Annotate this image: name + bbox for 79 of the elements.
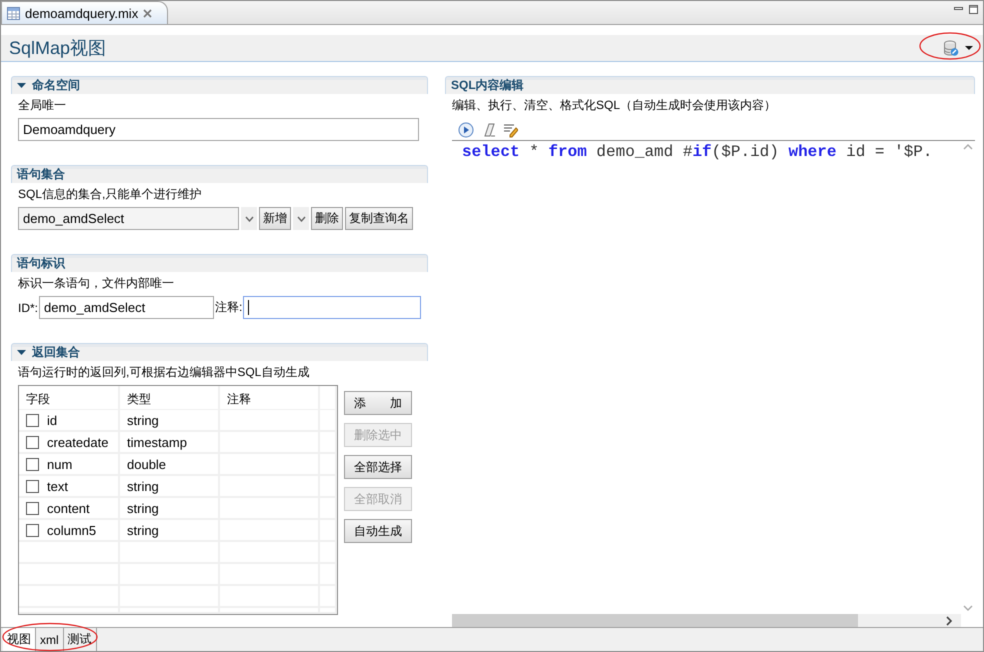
statement-button[interactable]: 新增	[259, 207, 291, 230]
table-cell	[320, 476, 337, 498]
scroll-down-icon	[963, 605, 973, 611]
table-cell	[320, 498, 337, 520]
table-cell: string	[120, 476, 220, 498]
column-header	[320, 386, 337, 410]
checkbox[interactable]	[26, 458, 39, 470]
scroll-thumb[interactable]	[452, 614, 858, 628]
database-icon	[943, 40, 959, 56]
table-cell: string	[120, 498, 220, 520]
format-icon	[502, 122, 518, 138]
checkbox[interactable]	[26, 502, 39, 514]
close-icon[interactable]	[142, 8, 154, 18]
table-cell	[320, 454, 337, 476]
statement-dropdown[interactable]: demo_amdSelect	[18, 207, 239, 230]
id-field[interactable]: demo_amdSelect	[39, 296, 214, 319]
action-button[interactable]: 全部选择	[344, 455, 412, 479]
statement-button[interactable]: 删除	[311, 207, 343, 230]
section-title: 语句标识	[17, 255, 65, 272]
section-description: 全局唯一	[18, 98, 67, 112]
view-tab[interactable]: 视图	[3, 628, 36, 651]
action-button[interactable]: 添 加	[344, 391, 412, 415]
field-name: text	[47, 478, 68, 494]
section-toggle-icon[interactable]	[17, 82, 26, 89]
section-description: 语句运行时的返回列,可根据右边编辑器中SQL自动生成	[18, 365, 310, 379]
section-description: 标识一条语句，文件内部唯一	[18, 276, 175, 290]
checkbox[interactable]	[26, 524, 39, 536]
table-cell	[320, 520, 337, 542]
view-title: SqlMap视图	[9, 37, 106, 60]
run-button[interactable]	[458, 122, 474, 138]
horizontal-scrollbar[interactable]	[452, 614, 961, 628]
chevron-down-icon	[244, 216, 254, 222]
field-name: createdate	[47, 434, 108, 450]
table-cell	[320, 432, 337, 454]
section-title: 返回集合	[32, 344, 80, 361]
section-toggle-icon[interactable]	[17, 349, 26, 356]
table-cell: string	[120, 520, 220, 542]
table-cell	[320, 410, 337, 432]
caret-icon	[965, 46, 973, 50]
action-button[interactable]: 自动生成	[344, 519, 412, 543]
table-cell	[320, 586, 337, 608]
field-name: id	[47, 412, 58, 428]
comment-label: 注释:	[215, 299, 242, 316]
checkbox[interactable]	[26, 480, 39, 492]
comment-field[interactable]	[243, 296, 421, 319]
id-label: ID*:	[18, 300, 38, 314]
tab-title: demoamdquery.mix	[25, 6, 138, 20]
code-line: select * from demo_amd #if($P.id) where id = '$P.	[461, 142, 934, 163]
field-name: num	[47, 456, 72, 472]
maximize-icon[interactable]	[968, 4, 979, 15]
statement-button[interactable]: 复制查询名	[345, 207, 413, 230]
column-header: 注释	[220, 386, 320, 410]
format-button[interactable]	[502, 122, 518, 138]
section-title: SQL内容编辑	[451, 77, 524, 94]
table-cell: double	[120, 454, 220, 476]
dropdown-button[interactable]	[293, 207, 309, 230]
dropdown-button[interactable]	[241, 207, 257, 230]
section-description: 编辑、执行、清空、格式化SQL（自动生成时会使用该内容）	[452, 98, 778, 112]
scroll-right-icon	[946, 616, 953, 626]
checkbox[interactable]	[26, 436, 39, 448]
column-header: 字段	[19, 386, 120, 410]
section-description: SQL信息的集合,只能单个进行维护	[18, 187, 202, 201]
editor-tab[interactable]: demoamdquery.mix	[1, 1, 168, 24]
namespace-field[interactable]: Demoamdquery	[18, 118, 419, 141]
section-title: 语句集合	[17, 166, 65, 183]
annotation-ellipse	[919, 32, 981, 60]
section-title: 命名空间	[32, 77, 80, 94]
checkbox[interactable]	[26, 414, 39, 426]
scroll-up-icon	[963, 144, 973, 150]
table-cell: string	[120, 410, 220, 432]
chevron-down-icon	[296, 216, 306, 222]
file-icon	[6, 6, 21, 20]
table-cell: timestamp	[120, 432, 220, 454]
field-name: column5	[47, 522, 96, 538]
play-icon	[458, 122, 474, 138]
table-cell	[320, 564, 337, 586]
field-name: content	[47, 500, 90, 516]
column-header: 类型	[120, 386, 220, 410]
table-cell	[320, 542, 337, 564]
